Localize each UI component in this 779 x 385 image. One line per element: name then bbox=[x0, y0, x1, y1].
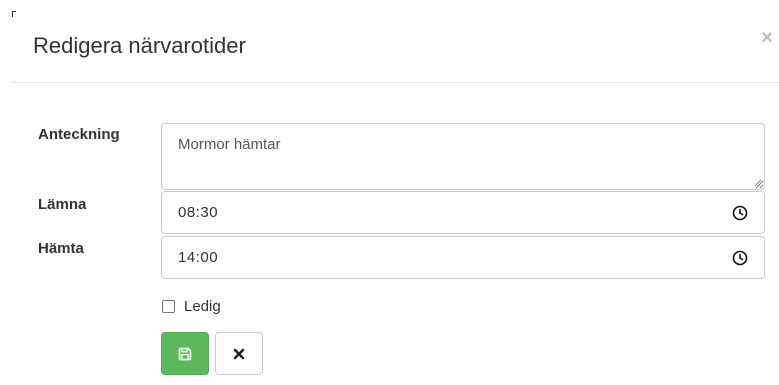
dialog-header: Redigera närvarotider × bbox=[12, 0, 779, 83]
close-x-icon bbox=[233, 348, 245, 359]
pick-up-time-value: 14:00 bbox=[178, 249, 219, 266]
close-button[interactable]: × bbox=[759, 28, 775, 48]
pick-up-label: Hämta bbox=[38, 240, 84, 257]
note-textarea[interactable]: Mormor hämtar bbox=[161, 123, 765, 190]
clock-icon[interactable] bbox=[732, 250, 748, 266]
floppy-disk-icon bbox=[178, 347, 192, 360]
save-button[interactable] bbox=[161, 332, 209, 375]
day-off-label[interactable]: Ledig bbox=[184, 298, 221, 315]
drop-off-time-input[interactable]: 08:30 bbox=[161, 191, 765, 234]
day-off-row: Ledig bbox=[162, 296, 221, 316]
pick-up-time-input[interactable]: 14:00 bbox=[161, 236, 765, 279]
clock-icon[interactable] bbox=[732, 205, 748, 221]
cancel-button[interactable] bbox=[215, 332, 263, 375]
drop-off-label: Lämna bbox=[38, 196, 87, 213]
resize-grip-icon[interactable] bbox=[754, 179, 762, 187]
dialog-title: Redigera närvarotider bbox=[33, 33, 246, 58]
edit-attendance-dialog: Redigera närvarotider × Anteckning Mormo… bbox=[0, 0, 779, 385]
note-label: Anteckning bbox=[38, 126, 120, 143]
day-off-checkbox[interactable] bbox=[162, 299, 175, 313]
drop-off-time-value: 08:30 bbox=[178, 204, 219, 221]
